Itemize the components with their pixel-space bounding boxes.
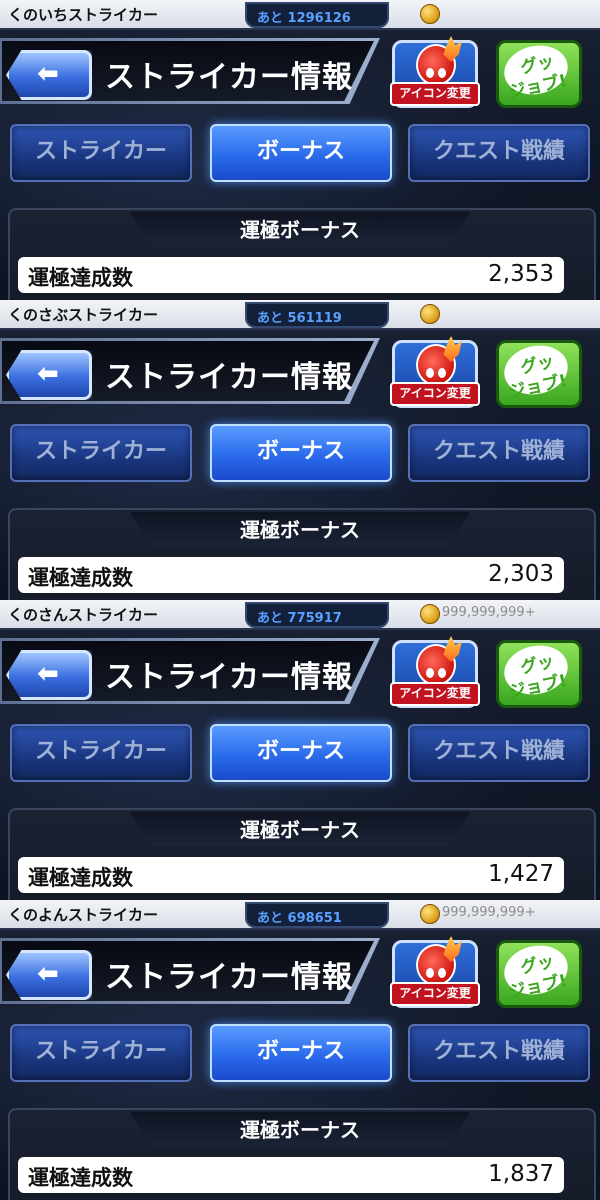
- tab-label: ストライカー: [34, 1039, 167, 1064]
- tab-quest-record[interactable]: クエスト戦績: [408, 124, 590, 182]
- tab-quest-record[interactable]: クエスト戦績: [408, 724, 590, 782]
- back-arrow-icon: ⬅: [37, 59, 59, 89]
- striker-info-panel-1: くのいちストライカー あと 1296126 ⬅ ストライカー情報 アイコン変更: [0, 0, 600, 300]
- tab-label: ストライカー: [34, 439, 167, 464]
- exp-remaining-pill: あと 561119: [245, 302, 389, 328]
- screenshot-stack: くのいちストライカー あと 1296126 ⬅ ストライカー情報 アイコン変更: [0, 0, 600, 1200]
- stat-row: 運極達成数 1,427: [18, 857, 564, 893]
- icon-change-label: アイコン変更: [390, 682, 480, 706]
- icon-change-button[interactable]: アイコン変更: [388, 36, 480, 108]
- good-job-button[interactable]: グッ ジョブ!: [494, 638, 584, 708]
- stat-label: 運極達成数: [28, 1166, 133, 1190]
- monster-eye-icon: [438, 668, 446, 678]
- tab-quest-record[interactable]: クエスト戦績: [408, 424, 590, 482]
- icon-change-button[interactable]: アイコン変更: [388, 936, 480, 1008]
- section-title: 運極ボーナス: [240, 1118, 360, 1142]
- icon-change-button[interactable]: アイコン変更: [388, 636, 480, 708]
- tab-striker[interactable]: ストライカー: [10, 1024, 192, 1082]
- monster-eye-icon: [438, 68, 446, 78]
- tab-label: ストライカー: [34, 739, 167, 764]
- tab-label: クエスト戦績: [432, 1039, 565, 1064]
- tab-label: クエスト戦績: [432, 739, 565, 764]
- monster-eye-icon: [426, 68, 434, 78]
- tab-label: クエスト戦績: [432, 439, 565, 464]
- back-button[interactable]: ⬅: [6, 350, 92, 400]
- stat-label: 運極達成数: [28, 866, 133, 890]
- player-name: くのさぶストライカー: [8, 306, 159, 324]
- good-job-button[interactable]: グッ ジョブ!: [494, 938, 584, 1008]
- page-title: ストライカー情報: [105, 660, 353, 695]
- good-job-button[interactable]: グッ ジョブ!: [494, 338, 584, 408]
- monster-eye-icon: [438, 368, 446, 378]
- back-arrow-icon: ⬅: [37, 359, 59, 389]
- striker-info-panel-2: くのさぶストライカー あと 561119 ⬅ ストライカー情報 アイコン変更 グ…: [0, 300, 600, 600]
- icon-change-label: アイコン変更: [390, 382, 480, 406]
- tab-quest-record[interactable]: クエスト戦績: [408, 1024, 590, 1082]
- exp-remaining-pill: あと 698651: [245, 902, 389, 928]
- tab-bonus[interactable]: ボーナス: [210, 1024, 392, 1082]
- section-title: 運極ボーナス: [240, 218, 360, 242]
- coin-count: 999,999,999+: [442, 905, 536, 920]
- icon-change-button[interactable]: アイコン変更: [388, 336, 480, 408]
- stat-value: 2,353: [488, 261, 554, 287]
- stat-value: 1,427: [488, 861, 554, 887]
- exp-remaining-pill: あと 1296126: [245, 2, 389, 28]
- tab-label: ボーナス: [256, 1039, 345, 1064]
- icon-change-label: アイコン変更: [390, 82, 480, 106]
- monster-eye-icon: [426, 668, 434, 678]
- page-title: ストライカー情報: [105, 60, 353, 95]
- top-status-bar: くのよんストライカー あと 698651 999,999,999+: [0, 900, 600, 930]
- monster-eye-icon: [426, 968, 434, 978]
- player-name: くのよんストライカー: [8, 906, 159, 924]
- tab-striker[interactable]: ストライカー: [10, 724, 192, 782]
- tab-striker[interactable]: ストライカー: [10, 424, 192, 482]
- exp-remaining-text: あと 775917: [257, 611, 342, 626]
- top-status-bar: くのいちストライカー あと 1296126: [0, 0, 600, 30]
- tab-label: ストライカー: [34, 139, 167, 164]
- back-arrow-icon: ⬅: [37, 959, 59, 989]
- back-button[interactable]: ⬅: [6, 650, 92, 700]
- tab-bonus[interactable]: ボーナス: [210, 424, 392, 482]
- exp-remaining-text: あと 1296126: [257, 11, 351, 26]
- exp-remaining-pill: あと 775917: [245, 602, 389, 628]
- section-title: 運極ボーナス: [240, 518, 360, 542]
- coin-icon: [420, 604, 440, 624]
- monster-eye-icon: [426, 368, 434, 378]
- icon-change-label: アイコン変更: [390, 982, 480, 1006]
- stat-row: 運極達成数 1,837: [18, 1157, 564, 1193]
- top-status-bar: くのさんストライカー あと 775917 999,999,999+: [0, 600, 600, 630]
- stat-row: 運極達成数 2,353: [18, 257, 564, 293]
- player-name: くのいちストライカー: [8, 6, 159, 24]
- coin-icon: [420, 4, 440, 24]
- top-status-bar: くのさぶストライカー あと 561119: [0, 300, 600, 330]
- page-title: ストライカー情報: [105, 960, 353, 995]
- stat-value: 1,837: [488, 1161, 554, 1187]
- stat-label: 運極達成数: [28, 566, 133, 590]
- back-button[interactable]: ⬅: [6, 950, 92, 1000]
- striker-info-panel-3: くのさんストライカー あと 775917 999,999,999+ ⬅ ストライ…: [0, 600, 600, 900]
- exp-remaining-text: あと 561119: [257, 311, 342, 326]
- tab-label: ボーナス: [256, 139, 345, 164]
- exp-remaining-text: あと 698651: [257, 911, 342, 926]
- section-title: 運極ボーナス: [240, 818, 360, 842]
- stat-row: 運極達成数 2,303: [18, 557, 564, 593]
- tab-bonus[interactable]: ボーナス: [210, 124, 392, 182]
- tab-label: クエスト戦績: [432, 139, 565, 164]
- striker-info-panel-4: くのよんストライカー あと 698651 999,999,999+ ⬅ ストライ…: [0, 900, 600, 1200]
- tab-bonus[interactable]: ボーナス: [210, 724, 392, 782]
- back-button[interactable]: ⬅: [6, 50, 92, 100]
- tab-label: ボーナス: [256, 439, 345, 464]
- back-arrow-icon: ⬅: [37, 659, 59, 689]
- coin-count: 999,999,999+: [442, 605, 536, 620]
- good-job-button[interactable]: グッ ジョブ!: [494, 38, 584, 108]
- monster-eye-icon: [438, 968, 446, 978]
- stat-value: 2,303: [488, 561, 554, 587]
- player-name: くのさんストライカー: [8, 606, 159, 624]
- tab-label: ボーナス: [256, 739, 345, 764]
- page-title: ストライカー情報: [105, 360, 353, 395]
- stat-label: 運極達成数: [28, 266, 133, 290]
- tab-striker[interactable]: ストライカー: [10, 124, 192, 182]
- coin-icon: [420, 304, 440, 324]
- coin-icon: [420, 904, 440, 924]
